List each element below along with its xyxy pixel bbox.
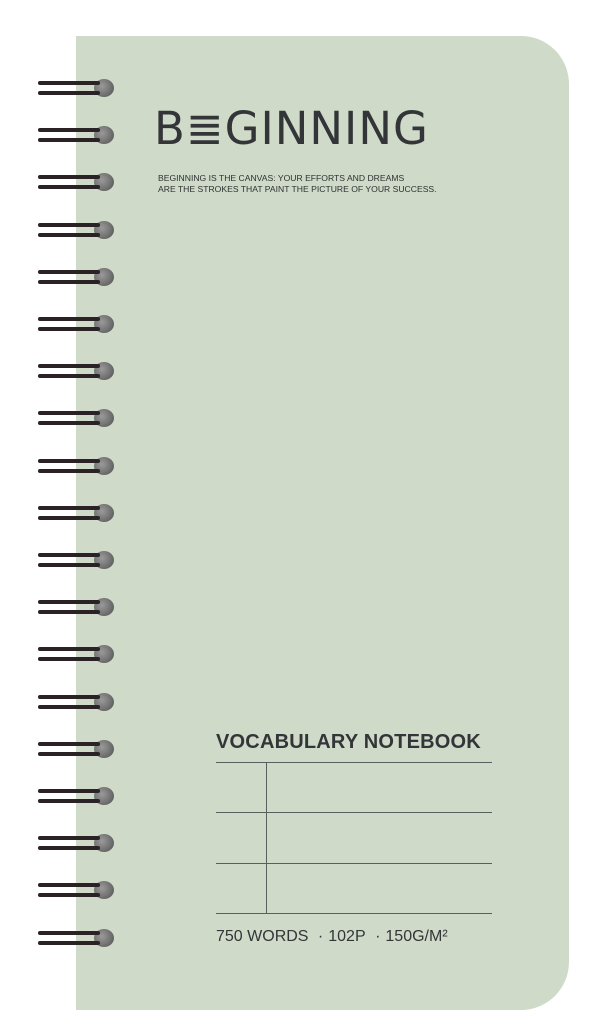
label-writing-box bbox=[216, 762, 492, 914]
spiral-coil-icon bbox=[38, 361, 118, 381]
coil-wire bbox=[38, 930, 100, 935]
coil-wire bbox=[38, 269, 100, 274]
coil-wire bbox=[38, 232, 100, 237]
coil-wire bbox=[38, 836, 100, 841]
coil-wire bbox=[38, 893, 100, 898]
spec-pages: 102P bbox=[328, 928, 366, 945]
spec-paper-weight: 150G/M² bbox=[385, 928, 448, 945]
label-line-middle bbox=[216, 812, 492, 813]
coil-wire bbox=[38, 751, 100, 756]
spiral-coil-icon bbox=[38, 786, 118, 806]
coil-wire bbox=[38, 468, 100, 473]
coil-wire bbox=[38, 883, 100, 888]
label-line-lower bbox=[216, 863, 492, 864]
spiral-coil-icon bbox=[38, 928, 118, 948]
coil-wire bbox=[38, 846, 100, 851]
spiral-coil-icon bbox=[38, 739, 118, 759]
coil-wire bbox=[38, 799, 100, 803]
coil-wire bbox=[38, 327, 100, 331]
spiral-coil-icon bbox=[38, 78, 118, 98]
coil-wire bbox=[38, 704, 100, 709]
coil-wire bbox=[38, 81, 100, 85]
spiral-coil-icon bbox=[38, 644, 118, 664]
brand-title: B≣GINNING bbox=[154, 102, 429, 155]
coil-wire bbox=[38, 694, 100, 699]
spiral-coil-icon bbox=[38, 550, 118, 570]
label-divider bbox=[266, 762, 267, 914]
spiral-coil-icon bbox=[38, 125, 118, 145]
spiral-coil-icon bbox=[38, 314, 118, 334]
coil-wire bbox=[38, 175, 100, 180]
label-line-top bbox=[216, 762, 492, 763]
spiral-coil-icon bbox=[38, 503, 118, 523]
coil-wire bbox=[38, 128, 100, 133]
coil-wire bbox=[38, 138, 100, 143]
vocabulary-title: VOCABULARY NOTEBOOK bbox=[216, 731, 481, 753]
coil-wire bbox=[38, 789, 100, 793]
spiral-coil-icon bbox=[38, 220, 118, 240]
coil-wire bbox=[38, 279, 100, 284]
coil-wire bbox=[38, 411, 100, 416]
coil-wire bbox=[38, 600, 100, 605]
spiral-coil-icon bbox=[38, 267, 118, 287]
coil-wire bbox=[38, 364, 100, 369]
coil-wire bbox=[38, 505, 100, 510]
tagline: BEGINNING IS THE CANVAS: YOUR EFFORTS AN… bbox=[158, 173, 437, 195]
tagline-line-1: BEGINNING IS THE CANVAS: YOUR EFFORTS AN… bbox=[158, 173, 405, 183]
coil-wire bbox=[38, 647, 100, 652]
coil-wire bbox=[38, 317, 100, 321]
coil-wire bbox=[38, 222, 100, 227]
spiral-coil-icon bbox=[38, 172, 118, 192]
spec-separator: · bbox=[317, 928, 324, 945]
spec-words: 750 WORDS bbox=[216, 928, 309, 945]
spiral-coil-icon bbox=[38, 880, 118, 900]
spiral-coil-icon bbox=[38, 408, 118, 428]
coil-wire bbox=[38, 553, 100, 557]
coil-wire bbox=[38, 940, 100, 945]
spec-line: 750 WORDS · 102P · 150G/M² bbox=[216, 928, 448, 946]
coil-wire bbox=[38, 515, 100, 520]
spiral-coil-icon bbox=[38, 833, 118, 853]
vocabulary-label-block: VOCABULARY NOTEBOOK bbox=[216, 730, 492, 914]
coil-wire bbox=[38, 563, 100, 567]
tagline-line-2: ARE THE STROKES THAT PAINT THE PICTURE O… bbox=[158, 184, 437, 194]
spiral-coil-icon bbox=[38, 456, 118, 476]
coil-wire bbox=[38, 91, 100, 95]
coil-wire bbox=[38, 421, 100, 426]
coil-wire bbox=[38, 458, 100, 463]
spiral-coil-icon bbox=[38, 597, 118, 617]
coil-wire bbox=[38, 741, 100, 746]
spiral-coil-icon bbox=[38, 692, 118, 712]
coil-wire bbox=[38, 374, 100, 379]
coil-wire bbox=[38, 185, 100, 190]
coil-wire bbox=[38, 610, 100, 615]
spiral-binding bbox=[38, 0, 118, 1023]
spec-separator: · bbox=[375, 928, 381, 945]
coil-wire bbox=[38, 657, 100, 662]
label-line-bottom bbox=[216, 913, 492, 914]
